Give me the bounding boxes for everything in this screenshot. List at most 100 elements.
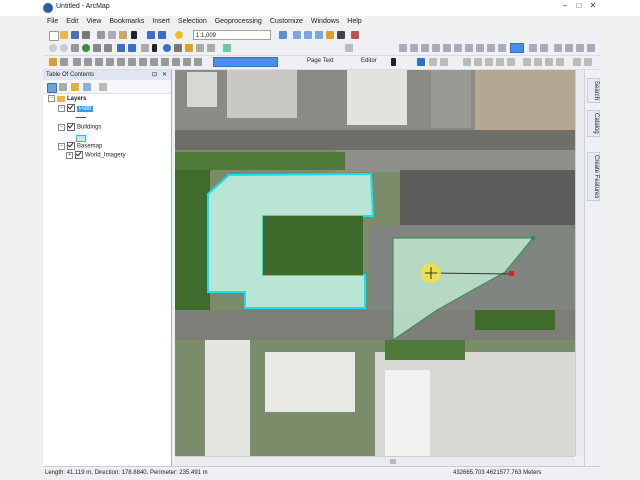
pin-icon[interactable]: ⊡ [152, 70, 157, 80]
buildings-fill-symbol[interactable] [76, 135, 86, 142]
sketch-properties-icon[interactable] [545, 58, 553, 66]
dock-tab-create-features[interactable]: Create Features [587, 152, 600, 202]
list-by-source-icon[interactable] [59, 83, 67, 91]
sketch-icon-3[interactable] [440, 58, 448, 66]
sketch-icon-2[interactable] [429, 58, 437, 66]
python-icon[interactable] [337, 31, 345, 39]
find-icon[interactable] [174, 44, 182, 52]
dock-tab-catalog[interactable]: Catalog [587, 110, 600, 137]
list-by-visibility-icon[interactable] [71, 83, 79, 91]
editor-menu[interactable]: Editor [361, 58, 377, 64]
horizontal-scrollbar[interactable] [175, 456, 575, 466]
vertex-marker[interactable] [531, 236, 535, 240]
layout-icon-11[interactable] [529, 44, 537, 52]
identify-icon[interactable] [163, 44, 171, 52]
hyperlink-icon[interactable] [196, 44, 204, 52]
arctoolbox-icon[interactable] [326, 31, 334, 39]
layer-buildings-label[interactable]: Buildings [77, 125, 101, 131]
editor-toolbar-icon[interactable] [279, 31, 287, 39]
select-elements-icon[interactable] [141, 44, 149, 52]
layer-world-imagery-label[interactable]: World_Imagery [85, 153, 126, 159]
collapse-icon[interactable]: − [58, 142, 65, 150]
full-extent-icon[interactable] [82, 44, 90, 52]
menu-edit[interactable]: Edit [62, 16, 82, 28]
map-canvas[interactable] [175, 70, 575, 456]
path-line-symbol[interactable] [76, 117, 86, 118]
back-icon[interactable] [117, 44, 125, 52]
zoom-in-icon[interactable] [49, 44, 57, 52]
layout-icon-13[interactable] [554, 44, 562, 52]
list-by-selection-icon[interactable] [83, 83, 91, 91]
maximize-button[interactable]: □ [572, 0, 586, 12]
copy-icon[interactable] [108, 31, 116, 39]
sketch-icon-6[interactable] [485, 58, 493, 66]
layer-basemap-label[interactable]: Basemap [77, 144, 102, 150]
layer-world-imagery[interactable]: + World_Imagery [66, 151, 126, 161]
layer-world-imagery-checkbox[interactable] [75, 151, 83, 159]
close-toc-icon[interactable]: ✕ [162, 70, 167, 80]
drawing-icon[interactable] [73, 58, 81, 66]
sketch-icon-10[interactable] [573, 58, 581, 66]
georef-icon[interactable] [49, 58, 57, 66]
align-icon[interactable] [345, 44, 353, 52]
layout-icon-16[interactable] [587, 44, 595, 52]
cut-icon[interactable] [97, 31, 105, 39]
layer-path-label[interactable]: Path [77, 105, 94, 112]
layer-path[interactable]: − Path [58, 104, 94, 114]
drawing-icon-6[interactable] [128, 58, 136, 66]
layer-selector[interactable] [213, 57, 278, 67]
menu-customize[interactable]: Customize [266, 16, 307, 28]
zoom-out-icon[interactable] [60, 44, 68, 52]
editor-icon[interactable] [223, 44, 231, 52]
drawing-icon-8[interactable] [150, 58, 158, 66]
menu-selection[interactable]: Selection [174, 16, 211, 28]
drawing-icon-12[interactable] [194, 58, 202, 66]
search-icon[interactable] [315, 31, 323, 39]
save-icon[interactable] [71, 31, 79, 39]
layout-icon-12[interactable] [540, 44, 548, 52]
layout-icon-3[interactable] [421, 44, 429, 52]
sketch-icon-4[interactable] [463, 58, 471, 66]
menu-help[interactable]: Help [343, 16, 365, 28]
collapse-icon[interactable]: − [48, 95, 55, 102]
collapse-icon[interactable]: − [58, 104, 65, 112]
scroll-thumb[interactable] [390, 459, 396, 464]
close-button[interactable]: ✕ [586, 0, 600, 12]
expand-icon[interactable]: + [66, 151, 73, 159]
layout-icon-5[interactable] [443, 44, 451, 52]
minimize-button[interactable]: – [558, 0, 572, 12]
sketch-icon-7[interactable] [496, 58, 504, 66]
vertex-marker[interactable] [509, 271, 514, 276]
layout-icon-10[interactable] [498, 44, 506, 52]
drawing-icon-10[interactable] [172, 58, 180, 66]
drawing-icon-5[interactable] [117, 58, 125, 66]
paste-icon[interactable] [119, 31, 127, 39]
layout-icon-14[interactable] [565, 44, 573, 52]
list-by-drawing-order-icon[interactable] [47, 83, 57, 93]
layout-icon-7[interactable] [465, 44, 473, 52]
redo-icon[interactable] [158, 31, 166, 39]
layout-icon-2[interactable] [410, 44, 418, 52]
fixed-zoom-out-icon[interactable] [104, 44, 112, 52]
menu-file[interactable]: File [43, 16, 62, 28]
layout-icon-9[interactable] [487, 44, 495, 52]
catalog-icon[interactable] [304, 31, 312, 39]
drawing-icon-4[interactable] [106, 58, 114, 66]
menu-bookmarks[interactable]: Bookmarks [105, 16, 148, 28]
attributes-icon[interactable] [534, 58, 542, 66]
map-scale-combo[interactable]: 1:1,009 [193, 30, 271, 40]
measure-icon[interactable] [185, 44, 193, 52]
map-view[interactable] [175, 70, 575, 456]
menu-view[interactable]: View [82, 16, 105, 28]
menu-geoprocessing[interactable]: Geoprocessing [211, 16, 266, 28]
sketch-icon-9[interactable] [523, 58, 531, 66]
layer-basemap-checkbox[interactable] [67, 142, 75, 150]
sketch-icon-11[interactable] [584, 58, 592, 66]
drawing-icon-7[interactable] [139, 58, 147, 66]
layout-icon-15[interactable] [576, 44, 584, 52]
table-icon[interactable] [293, 31, 301, 39]
forward-icon[interactable] [128, 44, 136, 52]
layers-root[interactable]: − Layers [48, 95, 86, 104]
collapse-icon[interactable]: − [58, 123, 65, 131]
page-text-menu[interactable]: Page Text [307, 58, 334, 64]
